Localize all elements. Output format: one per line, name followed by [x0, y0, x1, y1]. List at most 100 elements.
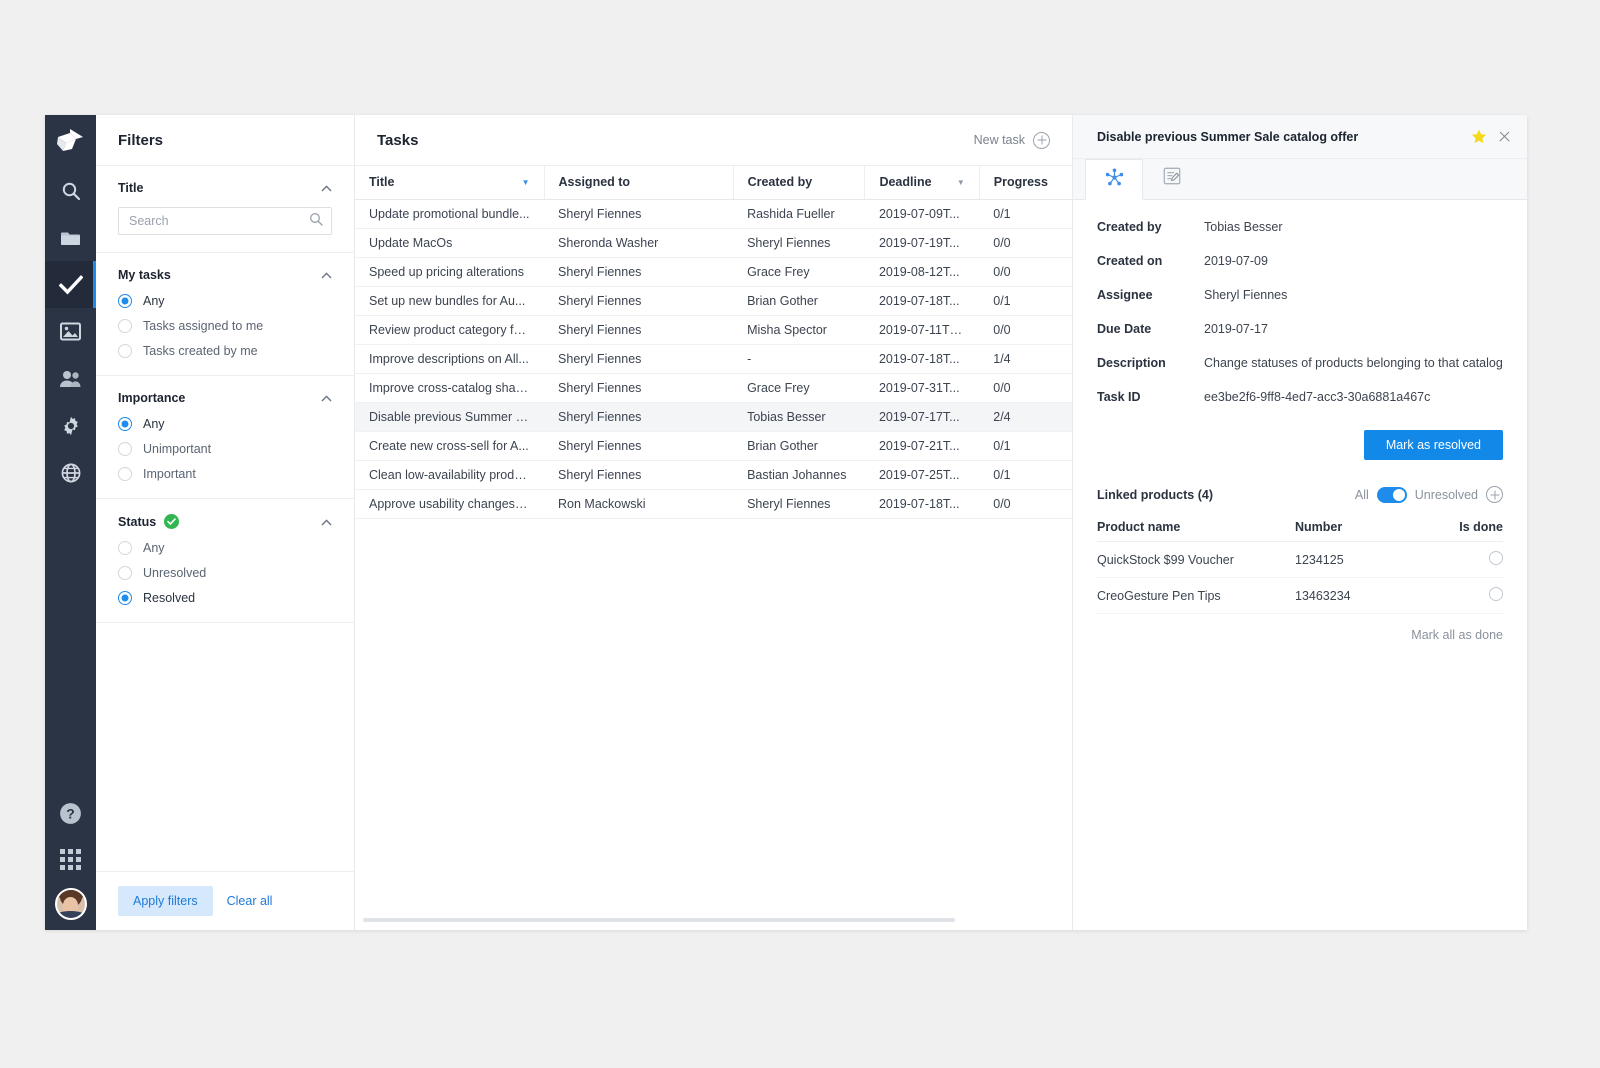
tasks-table-head: Title ▼ Assigned to Created by Deadline … — [355, 166, 1072, 200]
cell-assigned-to: Sheryl Fiennes — [544, 344, 734, 374]
mark-as-resolved-button[interactable]: Mark as resolved — [1363, 430, 1503, 460]
table-row[interactable]: Clean low-availability produ... Sheryl Fi… — [355, 460, 1072, 490]
sidebar-item-help[interactable]: ? — [45, 790, 96, 836]
table-row[interactable]: Review product category fe... Sheryl Fien… — [355, 315, 1072, 345]
linked-column-is-done: Is done — [1435, 513, 1503, 542]
cell-deadline: 2019-07-09T... — [864, 199, 980, 229]
horizontal-scrollbar[interactable] — [363, 918, 1072, 922]
filter-group-my-tasks-header[interactable]: My tasks — [118, 268, 332, 282]
close-icon[interactable] — [1498, 130, 1511, 143]
radio-status-unresolved[interactable]: Unresolved — [118, 566, 332, 580]
apply-filters-button[interactable]: Apply filters — [118, 886, 213, 916]
tab-notes[interactable] — [1143, 158, 1201, 199]
table-row[interactable]: Disable previous Summer S... Sheryl Fienn… — [355, 402, 1072, 432]
radio-status-any[interactable]: Any — [118, 541, 332, 555]
cell-created-by: Bastian Johannes — [733, 460, 865, 490]
cell-title: Update promotional bundle... — [355, 199, 545, 229]
chevron-up-icon[interactable] — [321, 391, 332, 405]
status-active-badge-icon — [164, 514, 180, 529]
sidebar-item-media[interactable] — [45, 308, 96, 355]
field-value: ee3be2f6-9ff8-4ed7-acc3-30a6881a467c — [1204, 390, 1431, 404]
add-product-icon[interactable] — [1486, 486, 1503, 503]
cell-created-by: Grace Frey — [733, 373, 865, 403]
cell-created-by: Brian Gother — [733, 286, 865, 316]
cell-deadline: 2019-07-31T... — [864, 373, 980, 403]
title-search-box[interactable] — [118, 207, 332, 235]
grid-icon — [60, 848, 81, 870]
filter-group-status-header[interactable]: Status — [118, 514, 332, 529]
field-value: Tobias Besser — [1204, 220, 1283, 234]
all-unresolved-toggle[interactable] — [1376, 486, 1407, 503]
column-header-progress[interactable]: Progress — [979, 166, 1072, 200]
is-done-checkbox[interactable] — [1489, 551, 1503, 565]
column-header-title[interactable]: Title ▼ — [355, 166, 545, 200]
sort-caret-icon[interactable]: ▼ — [522, 178, 530, 187]
field-created-by: Created by Tobias Besser — [1097, 220, 1503, 234]
search-icon[interactable] — [309, 212, 323, 231]
sidebar-item-globalization[interactable] — [45, 449, 96, 496]
radio-status-resolved[interactable]: Resolved — [118, 591, 332, 605]
help-icon: ? — [59, 802, 82, 825]
table-row[interactable]: Update promotional bundle... Sheryl Fienn… — [355, 199, 1072, 229]
table-row[interactable]: Approve usability changes i... Ron Mackow… — [355, 489, 1072, 519]
filters-header: Filters — [96, 115, 354, 166]
cell-deadline: 2019-07-18T... — [864, 489, 980, 519]
table-row[interactable]: Set up new bundles for Au... Sheryl Fienn… — [355, 286, 1072, 316]
new-task-button[interactable]: New task — [974, 131, 1050, 149]
field-value: 2019-07-09 — [1204, 254, 1268, 268]
linked-product-row[interactable]: QuickStock $99 Voucher 1234125 — [1097, 541, 1503, 578]
table-row[interactable]: Improve descriptions on All... Sheryl Fie… — [355, 344, 1072, 374]
cell-deadline: 2019-07-18T... — [864, 286, 980, 316]
field-due-date: Due Date 2019-07-17 — [1097, 322, 1503, 336]
sidebar-item-search[interactable] — [45, 167, 96, 214]
sidebar-item-settings[interactable] — [45, 402, 96, 449]
cell-assigned-to: Ron Mackowski — [544, 489, 734, 519]
column-header-created-by[interactable]: Created by — [733, 166, 866, 200]
chevron-up-icon[interactable] — [321, 268, 332, 282]
table-row[interactable]: Improve cross-catalog shari... Sheryl Fie… — [355, 373, 1072, 403]
table-row[interactable]: Speed up pricing alterations Sheryl Fienn… — [355, 257, 1072, 287]
radio-label: Unimportant — [143, 442, 212, 456]
avatar[interactable] — [54, 888, 87, 920]
sidebar-item-tasks[interactable] — [45, 261, 96, 308]
radio-my-tasks-assigned[interactable]: Tasks assigned to me — [118, 319, 332, 333]
radio-my-tasks-any[interactable]: Any — [118, 294, 332, 308]
radio-importance-any[interactable]: Any — [118, 417, 332, 431]
column-header-assigned-to[interactable]: Assigned to — [544, 166, 734, 200]
radio-importance-important[interactable]: Important — [118, 467, 332, 481]
linked-column-number: Number — [1295, 513, 1435, 542]
radio-importance-unimportant[interactable]: Unimportant — [118, 442, 332, 456]
filter-group-status-label: Status — [118, 514, 157, 529]
radio-indicator — [118, 319, 132, 333]
radio-indicator — [118, 591, 132, 605]
column-header-deadline[interactable]: Deadline ▼ — [864, 166, 980, 200]
filter-group-title-header[interactable]: Title — [118, 181, 332, 195]
linked-column-product-name: Product name — [1097, 513, 1295, 542]
linked-product-row[interactable]: CreoGesture Pen Tips 13463234 — [1097, 577, 1503, 614]
star-icon[interactable] — [1471, 129, 1487, 145]
sort-caret-icon[interactable]: ▼ — [957, 178, 965, 187]
clear-all-button[interactable]: Clear all — [227, 894, 273, 908]
table-row[interactable]: Create new cross-sell for A... Sheryl Fie… — [355, 431, 1072, 461]
table-row[interactable]: Update MacOs Sheronda Washer Sheryl Fienne… — [355, 228, 1072, 258]
mark-all-as-done-link[interactable]: Mark all as done — [1097, 614, 1503, 642]
is-done-checkbox[interactable] — [1489, 587, 1503, 601]
scrollbar-thumb[interactable] — [363, 918, 955, 922]
search-input[interactable] — [129, 214, 309, 228]
field-value: 2019-07-17 — [1204, 322, 1268, 336]
filter-group-importance-header[interactable]: Importance — [118, 391, 332, 405]
tab-details[interactable] — [1085, 159, 1143, 200]
sidebar-item-catalogs[interactable] — [45, 214, 96, 261]
sidebar-item-users[interactable] — [45, 355, 96, 402]
cell-progress: 1/4 — [979, 344, 1072, 374]
sidebar-item-apps[interactable] — [45, 836, 96, 882]
chevron-up-icon[interactable] — [321, 181, 332, 195]
cell-created-by: Brian Gother — [733, 431, 865, 461]
radio-label: Any — [143, 417, 165, 431]
filter-group-importance: Importance Any Unimportant Important — [96, 376, 354, 499]
field-value: Sheryl Fiennes — [1204, 288, 1288, 302]
chevron-up-icon[interactable] — [321, 515, 332, 529]
cell-deadline: 2019-07-17T... — [864, 402, 980, 432]
app-logo[interactable] — [45, 115, 96, 167]
radio-my-tasks-created[interactable]: Tasks created by me — [118, 344, 332, 358]
